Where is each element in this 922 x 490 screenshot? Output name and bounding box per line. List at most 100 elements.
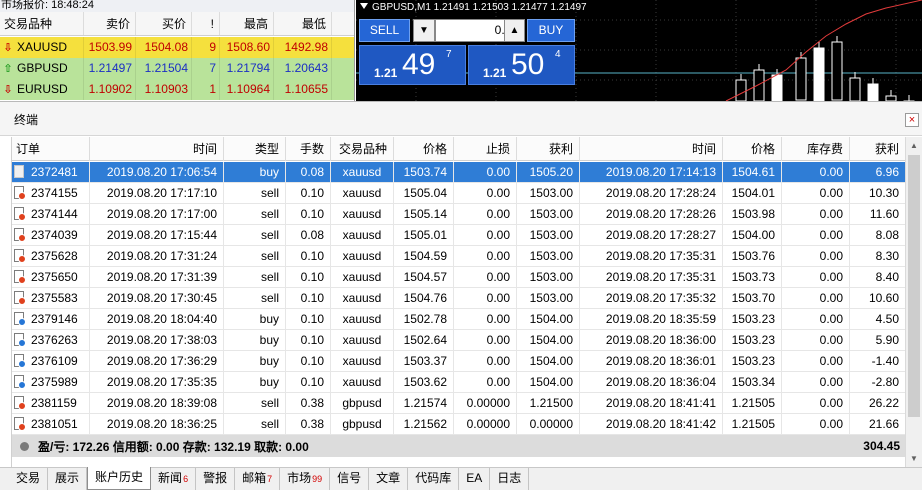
cell-size: 0.10 [286,372,331,392]
history-rows: 2372481 2019.08.20 17:06:54 buy 0.08 xauusd 1… [12,162,905,435]
history-row[interactable]: 2381159 2019.08.20 18:39:08 sell 0.38 gbpusd… [12,393,905,414]
sell-order-icon [14,228,26,242]
cell-open-price: 1505.01 [394,225,454,245]
cell-tp: 1503.00 [517,225,580,245]
scroll-up-icon[interactable]: ▲ [906,137,922,154]
cell-open-price: 1504.76 [394,288,454,308]
order-number: 2376263 [31,333,78,347]
history-row[interactable]: 2375989 2019.08.20 17:35:35 buy 0.10 xauusd 1… [12,372,905,393]
sell-price-box[interactable]: 1.21 49 7 [359,45,466,85]
cell-profit: 11.60 [850,204,905,224]
tab-10[interactable]: EA [459,468,491,490]
tab-6[interactable]: 市场99 [280,468,331,490]
cell-swap: 0.00 [782,288,850,308]
tab-11[interactable]: 日志 [490,468,530,490]
cell-profit: 5.90 [850,330,905,350]
mw-header-bid[interactable]: 卖价 [84,12,136,35]
col-header-type[interactable]: 类型 [224,137,286,161]
candle-body [753,69,765,101]
tab-label: 日志 [497,471,522,485]
sell-price-prefix: 1.21 [374,66,398,80]
tab-label: 新闻 [158,471,183,485]
cell-symbol: gbpusd [331,393,394,413]
buy-order-icon [14,375,26,389]
col-header-open-price[interactable]: 价格 [394,137,454,161]
cell-size: 0.08 [286,225,331,245]
tab-9[interactable]: 代码库 [408,468,460,490]
summary-bullet-icon [20,441,29,451]
tab-5[interactable]: 邮箱7 [235,468,281,490]
price-chart[interactable]: GBPUSD,M1 1.21491 1.21503 1.21477 1.2149… [356,0,922,101]
history-row[interactable]: 2372481 2019.08.20 17:06:54 buy 0.08 xauusd 1… [12,162,905,183]
close-icon[interactable]: × [905,113,919,127]
cell-symbol: xauusd [331,204,394,224]
cell-close-price: 1504.00 [723,225,782,245]
buy-order-icon [14,312,26,326]
col-header-take-profit[interactable]: 获利 [517,137,580,161]
buy-price-box[interactable]: 1.21 50 4 [468,45,575,85]
col-header-order[interactable]: 订单 [12,137,90,161]
terminal-tabs: 交易 展示 账户历史 新闻6 警报 邮箱7 市场99 信号 文章 代码库 EA 日志 [0,467,922,490]
cell-tp: 1504.00 [517,372,580,392]
cell-size: 0.10 [286,330,331,350]
market-watch-row[interactable]: ⇧ GBPUSD 1.21497 1.21504 7 1.21794 1.20643 [0,58,354,79]
mw-header-high[interactable]: 最高 [220,12,274,35]
col-header-close-price[interactable]: 价格 [723,137,782,161]
volume-increase-icon[interactable]: ▲ [504,19,525,42]
sell-button[interactable]: SELL [359,19,410,42]
cell-type: sell [224,288,286,308]
tab-1[interactable]: 展示 [48,468,88,490]
history-row[interactable]: 2379146 2019.08.20 18:04:40 buy 0.10 xauusd 1… [12,309,905,330]
market-watch-row[interactable]: ⇩ EURUSD 1.10902 1.10903 1 1.10964 1.10655 [0,79,354,100]
vertical-scrollbar[interactable]: ▲ ▼ [905,137,922,467]
chart-menu-icon[interactable] [360,3,368,9]
cell-profit: 8.30 [850,246,905,266]
history-row[interactable]: 2376263 2019.08.20 17:38:03 buy 0.10 xauusd 1… [12,330,905,351]
tab-8[interactable]: 文章 [369,468,409,490]
col-header-swap[interactable]: 库存费 [782,137,850,161]
tab-7[interactable]: 信号 [330,468,370,490]
cell-close-time: 2019.08.20 17:28:24 [580,183,723,203]
cell-open-time: 2019.08.20 17:38:03 [90,330,224,350]
cell-open-price: 1502.64 [394,330,454,350]
scrollbar-thumb[interactable] [908,155,920,417]
mw-header-low[interactable]: 最低 [274,12,332,35]
cell-close-price: 1.21505 [723,393,782,413]
cell-open-price: 1503.37 [394,351,454,371]
scroll-down-icon[interactable]: ▼ [906,450,922,467]
tab-2[interactable]: 账户历史 [87,467,152,490]
mw-header-ask[interactable]: 买价 [136,12,192,35]
cell-close-time: 2019.08.20 18:41:41 [580,393,723,413]
history-row[interactable]: 2374039 2019.08.20 17:15:44 sell 0.08 xauusd… [12,225,905,246]
mw-low-cell: 1492.98 [274,37,332,58]
cell-type: buy [224,309,286,329]
history-row[interactable]: 2375583 2019.08.20 17:30:45 sell 0.10 xauusd… [12,288,905,309]
mw-spread-cell: 7 [192,58,220,79]
cell-sl: 0.00 [454,204,517,224]
history-row[interactable]: 2374144 2019.08.20 17:17:00 sell 0.10 xauusd… [12,204,905,225]
col-header-open-time[interactable]: 时间 [90,137,224,161]
history-row[interactable]: 2375628 2019.08.20 17:31:24 sell 0.10 xauusd… [12,246,905,267]
tab-3[interactable]: 新闻6 [151,468,197,490]
tab-0[interactable]: 交易 [9,468,49,490]
candle-body [849,77,861,101]
tab-4[interactable]: 警报 [196,468,236,490]
history-row[interactable]: 2375650 2019.08.20 17:31:39 sell 0.10 xauusd… [12,267,905,288]
col-header-symbol[interactable]: 交易品种 [331,137,394,161]
buy-button[interactable]: BUY [527,19,575,42]
cell-tp: 1.21500 [517,393,580,413]
history-row[interactable]: 2381051 2019.08.20 18:36:25 sell 0.38 gbpusd… [12,414,905,435]
market-watch-row[interactable]: ⇩ XAUUSD 1503.99 1504.08 9 1508.60 1492.98 [0,37,354,58]
cell-type: sell [224,267,286,287]
col-header-close-time[interactable]: 时间 [580,137,723,161]
history-row[interactable]: 2374155 2019.08.20 17:17:10 sell 0.10 xauusd… [12,183,905,204]
mw-header-symbol[interactable]: 交易品种 [0,12,84,35]
col-header-size[interactable]: 手数 [286,137,331,161]
col-header-stop-loss[interactable]: 止损 [454,137,517,161]
cell-open-time: 2019.08.20 17:17:10 [90,183,224,203]
col-header-profit[interactable]: 获利 [850,137,905,161]
mw-header-spread[interactable]: ! [192,12,220,35]
history-row[interactable]: 2376109 2019.08.20 17:36:29 buy 0.10 xauusd 1… [12,351,905,372]
cell-size: 0.10 [286,288,331,308]
volume-decrease-icon[interactable]: ▼ [413,19,435,42]
